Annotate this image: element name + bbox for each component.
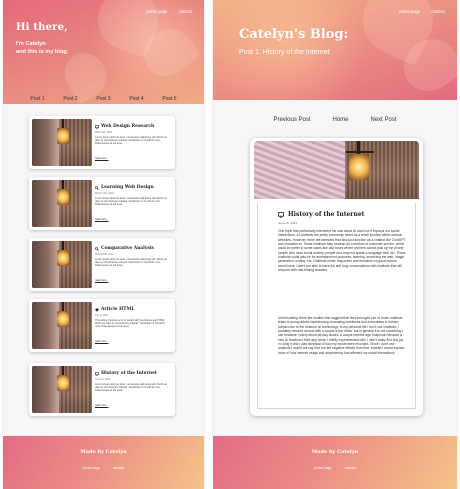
post-date: June 26, 2024 <box>95 378 111 381</box>
footer-links: portal page contact <box>3 466 204 470</box>
search-icon <box>95 185 99 190</box>
nav-post-5[interactable]: Post 5 <box>162 96 176 102</box>
search-icon <box>95 246 99 251</box>
post-card[interactable]: History of the Internet June 26, 2024 Lo… <box>29 363 175 416</box>
monitor-icon <box>278 211 284 218</box>
home-page: portal page contact Hi there, I'm Cately… <box>3 0 204 489</box>
subtitle-line: I'm Catelyn <box>16 41 46 47</box>
footer: Made by Catelyn portal page contact <box>213 436 457 489</box>
read-more-link[interactable]: read more... <box>95 157 108 160</box>
post-thumbnail <box>32 366 92 413</box>
post-thumbnail <box>32 180 92 227</box>
previous-post-link[interactable]: Previous Post <box>273 117 310 123</box>
post-card[interactable]: Comparative Analysis March 20th, 2024 Lo… <box>29 238 175 291</box>
contact-link[interactable]: contact <box>431 9 445 14</box>
read-more-link[interactable]: read more... <box>95 279 108 282</box>
page-title: Hi there, <box>16 22 68 33</box>
portal-page-link[interactable]: portal page <box>399 9 420 14</box>
post-title[interactable]: Learning Web Design <box>95 185 171 190</box>
article-date: June 26, 2024 <box>278 221 298 225</box>
read-more-link[interactable]: read more... <box>95 340 108 343</box>
top-nav: portal page contact <box>136 9 192 14</box>
post-card[interactable]: Web Design Research March 6th, 2024 Lore… <box>29 116 175 169</box>
article-nav: Previous Post Home Next Post <box>213 117 457 123</box>
post-title[interactable]: Article HTML <box>95 307 171 312</box>
post-date: July 5, 2024 <box>95 314 108 317</box>
post-title-text: History of the Internet <box>101 371 157 376</box>
page-title: Catelyn's Blog: <box>239 27 349 42</box>
post-title[interactable]: Comparative Analysis <box>95 246 171 251</box>
post-excerpt: This article mentions a lot of details w… <box>95 319 166 329</box>
post-date: March 20th, 2024 <box>95 253 114 256</box>
footer-contact-link[interactable]: contact <box>113 466 124 470</box>
next-post-link[interactable]: Next Post <box>371 117 397 123</box>
shield-icon <box>95 307 99 312</box>
article-paragraph: One topic that particularly interested m… <box>278 229 406 273</box>
footer-contact-link[interactable]: contact <box>345 466 356 470</box>
footer-credit: Made by Catelyn <box>80 449 127 455</box>
read-more-link[interactable]: read more... <box>95 404 108 407</box>
post-thumbnail <box>32 119 92 166</box>
post-card[interactable]: Article HTML July 5, 2024 This article m… <box>29 299 175 352</box>
article-hero-banner: portal page contact Catelyn's Blog: Post… <box>213 0 457 100</box>
nav-post-4[interactable]: Post 4 <box>129 96 143 102</box>
article-card: History of the Internet June 26, 2024 On… <box>250 138 423 416</box>
nav-post-1[interactable]: Post 1 <box>30 96 44 102</box>
footer-credit: Made by Catelyn <box>311 449 359 455</box>
nav-post-3[interactable]: Post 3 <box>96 96 110 102</box>
nav-post-2[interactable]: Post 2 <box>63 96 77 102</box>
post-card[interactable]: Learning Web Design March 13th, 2024 Lor… <box>29 177 175 230</box>
monitor-icon <box>95 371 99 376</box>
post-title-text: Article HTML <box>101 307 135 312</box>
post-title[interactable]: Web Design Research <box>95 124 171 129</box>
post-thumbnail <box>32 302 92 349</box>
post-excerpt: Lorem ipsum dolor sit amet, consectetur … <box>95 136 167 146</box>
article-title-text: History of the Internet <box>288 211 365 218</box>
post-thumbnail <box>32 241 92 288</box>
post-title-text: Web Design Research <box>101 124 155 129</box>
article-title: History of the Internet <box>278 211 364 218</box>
article-page: portal page contact Catelyn's Blog: Post… <box>213 0 457 489</box>
posts-nav: Post 1 Post 2 Post 3 Post 4 Post 5 <box>3 96 204 102</box>
article-paragraph: Unfortunately, there are studies that su… <box>278 316 405 355</box>
post-excerpt: Lorem ipsum dolor sit amet, consectetur … <box>95 197 167 207</box>
post-excerpt: Lorem ipsum dolor sit amet, consectetur … <box>95 383 167 393</box>
post-title[interactable]: History of the Internet <box>95 371 171 376</box>
footer-portal-link[interactable]: portal page <box>83 466 101 470</box>
post-title-text: Comparative Analysis <box>101 246 154 251</box>
home-link[interactable]: Home <box>333 117 349 123</box>
footer-links: portal page contact <box>213 466 457 470</box>
footer-portal-link[interactable]: portal page <box>314 466 332 470</box>
post-date: March 13th, 2024 <box>95 192 114 195</box>
portal-page-link[interactable]: portal page <box>146 9 167 14</box>
read-more-link[interactable]: read more... <box>95 218 108 221</box>
footer: Made by Catelyn portal page contact <box>3 436 204 489</box>
monitor-icon <box>95 124 99 129</box>
home-hero-banner: portal page contact Hi there, I'm Cately… <box>3 0 204 104</box>
page-subtitle: Post 1: History of the Internet <box>239 49 330 56</box>
article-image <box>254 141 419 199</box>
page-subtitle: I'm Catelyn and this is my blog. <box>16 40 136 56</box>
post-excerpt: Lorem ipsum dolor sit amet, consectetur … <box>95 258 167 268</box>
top-nav: portal page contact <box>389 9 445 14</box>
post-title-text: Learning Web Design <box>101 185 154 190</box>
subtitle-line: and this is my blog. <box>16 49 69 55</box>
contact-link[interactable]: contact <box>178 9 192 14</box>
post-date: March 6th, 2024 <box>95 131 113 134</box>
